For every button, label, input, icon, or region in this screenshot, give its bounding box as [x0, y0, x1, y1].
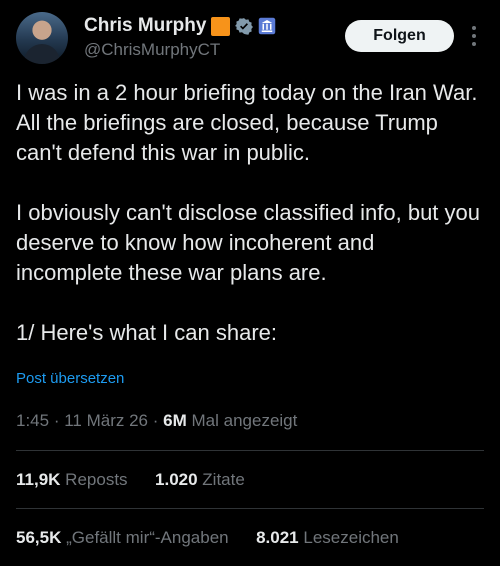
views-count: 6M — [163, 411, 187, 430]
stats-row-reposts: 11,9K Reposts 1.020 Zitate — [16, 470, 245, 490]
verified-badge-icon — [235, 18, 254, 35]
tweet-meta: 1:45 · 11 März 26 · 6M Mal angezeigt — [16, 411, 297, 431]
stats-row-likes: 56,5K „Gefällt mir“-Angaben 8.021 Leseze… — [16, 528, 399, 548]
quotes-count: 1.020 — [155, 470, 198, 489]
author-name-row: Chris Murphy — [84, 14, 276, 38]
tweet-header: Chris Murphy @ChrisMurphyCT Folgen — [0, 0, 500, 72]
divider — [16, 508, 484, 509]
quotes-label: Zitate — [202, 470, 245, 489]
tweet-paragraph: I was in a 2 hour briefing today on the … — [16, 80, 478, 165]
meta-separator: · — [53, 411, 60, 430]
quotes-stat[interactable]: 1.020 Zitate — [155, 470, 245, 489]
more-options-icon[interactable] — [464, 24, 484, 48]
tweet-paragraph: I obviously can't disclose classified in… — [16, 200, 480, 285]
reposts-stat[interactable]: 11,9K Reposts — [16, 470, 132, 489]
avatar-figure — [24, 44, 60, 64]
avatar[interactable] — [16, 12, 68, 64]
likes-stat[interactable]: 56,5K „Gefällt mir“-Angaben — [16, 528, 233, 547]
reposts-count: 11,9K — [16, 470, 61, 489]
reposts-label: Reposts — [65, 470, 128, 489]
orange-square-icon — [211, 16, 231, 36]
author-name[interactable]: Chris Murphy — [84, 15, 206, 37]
tweet-paragraph: 1/ Here's what I can share: — [16, 320, 277, 345]
divider — [16, 450, 484, 451]
government-icon — [259, 17, 276, 35]
meta-separator: · — [152, 411, 159, 430]
post-time[interactable]: 1:45 — [16, 411, 49, 430]
bookmarks-count: 8.021 — [256, 528, 299, 547]
follow-button[interactable]: Folgen — [345, 20, 454, 52]
likes-count: 56,5K — [16, 528, 62, 547]
post-date[interactable]: 11 März 26 — [64, 411, 148, 430]
bookmarks-label: Lesezeichen — [303, 528, 399, 547]
bookmarks-stat[interactable]: 8.021 Lesezeichen — [256, 528, 399, 547]
likes-label: „Gefällt mir“-Angaben — [66, 528, 229, 547]
tweet-body: I was in a 2 hour briefing today on the … — [16, 78, 486, 378]
translate-post-link[interactable]: Post übersetzen — [16, 370, 124, 387]
author-handle[interactable]: @ChrisMurphyCT — [84, 40, 220, 60]
views-label: Mal angezeigt — [191, 411, 298, 430]
